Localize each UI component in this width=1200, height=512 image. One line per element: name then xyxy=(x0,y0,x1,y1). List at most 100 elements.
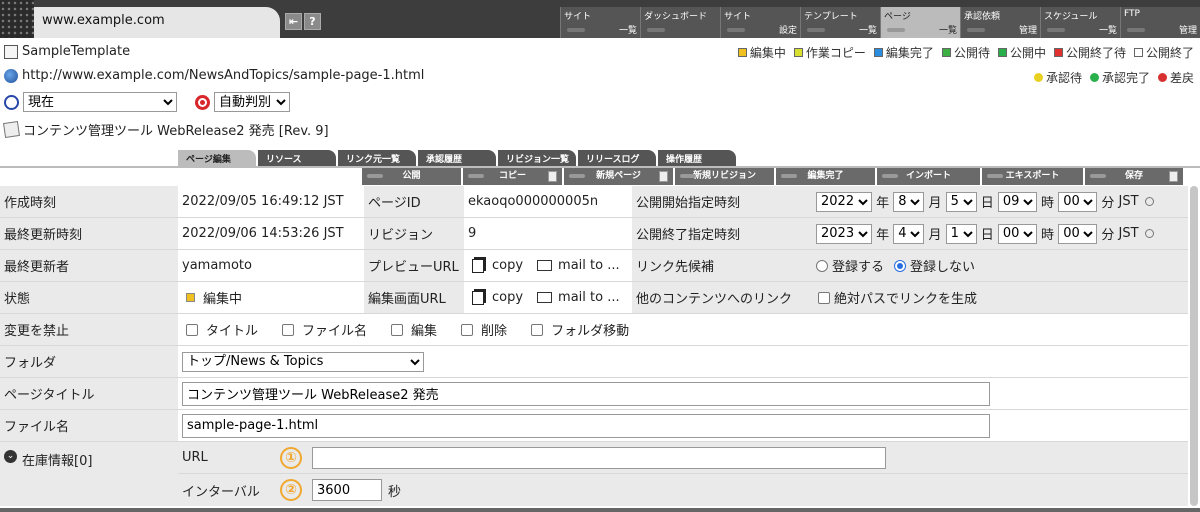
pub-start-year[interactable]: 2022 xyxy=(816,191,872,212)
menu-schedule[interactable]: スケジュール 一覧 xyxy=(1040,7,1120,38)
menu-dashboard[interactable]: ダッシュボード xyxy=(640,7,720,38)
publish-button[interactable]: 公開 xyxy=(362,168,463,185)
template-name[interactable]: SampleTemplate xyxy=(22,44,130,59)
clock-icon[interactable] xyxy=(1144,197,1154,206)
auto-detect-select[interactable]: 自動判別 xyxy=(214,92,290,112)
help-icon[interactable]: ? xyxy=(304,13,321,30)
abs-path-label: 絶対パスでリンクを生成 xyxy=(834,292,978,307)
status-label: 状態 xyxy=(0,282,178,313)
pub-start-hour[interactable]: 09 xyxy=(997,191,1037,212)
save-button[interactable]: 保存 xyxy=(1085,168,1185,185)
updater-value: yamamoto xyxy=(178,250,364,281)
tab-page-edit[interactable]: ページ編集 xyxy=(178,150,256,166)
pub-start-month[interactable]: 8 xyxy=(893,191,925,212)
lock-filename-checkbox[interactable] xyxy=(282,323,295,336)
unit-minute: 分 xyxy=(1101,196,1115,211)
target-icon xyxy=(195,94,210,110)
link-candidate-options: 登録する 登録しない xyxy=(812,250,1188,281)
pub-start-minute[interactable]: 00 xyxy=(1058,191,1098,212)
copy-button[interactable]: コピー xyxy=(463,168,564,185)
unit-hour: 時 xyxy=(1041,228,1055,243)
menu-page-list[interactable]: ページ 一覧 xyxy=(880,7,960,38)
timezone: JST xyxy=(1118,194,1139,209)
legend-edit-done: 編集完了 xyxy=(873,44,934,61)
updated-value: 2022/09/06 14:53:26 JST xyxy=(178,218,364,249)
page-url-line: http://www.example.com/NewsAndTopics/sam… xyxy=(4,68,424,83)
pub-end-day[interactable]: 1 xyxy=(945,223,977,244)
page-url-link[interactable]: http://www.example.com/NewsAndTopics/sam… xyxy=(22,68,424,83)
site-url-tab[interactable]: www.example.com xyxy=(34,7,280,38)
pub-end-hour[interactable]: 00 xyxy=(997,223,1037,244)
other-link-label: 他のコンテンツへのリンク xyxy=(632,282,812,313)
legend-end-wait: 公開終了待 xyxy=(1053,44,1126,61)
page-title-input[interactable] xyxy=(182,381,990,406)
copy-icon[interactable] xyxy=(472,258,484,273)
tab-revisions[interactable]: リビジョン一覧 xyxy=(498,150,576,166)
tab-operation-history[interactable]: 操作履歴 xyxy=(658,150,736,166)
tab-resources[interactable]: リソース xyxy=(258,150,336,166)
menu-ftp[interactable]: FTP 管理 xyxy=(1120,7,1200,38)
edit-mailto-link[interactable]: mail to ... xyxy=(558,290,620,305)
lock-folder-move-label: フォルダ移動 xyxy=(551,324,630,339)
lock-label: 変更を禁止 xyxy=(0,314,178,345)
export-button[interactable]: エキスポート xyxy=(982,168,1085,185)
stock-toggle[interactable]: ⌄ 在庫情報[0] xyxy=(0,442,178,506)
pub-start-day[interactable]: 5 xyxy=(945,191,977,212)
new-page-button[interactable]: 新規ページ xyxy=(564,168,675,185)
interval-label: インターバル xyxy=(182,484,260,500)
save-icon xyxy=(1169,171,1178,182)
import-button[interactable]: インポート xyxy=(877,168,982,185)
preview-mailto-link[interactable]: mail to ... xyxy=(558,258,620,273)
title-label: ページタイトル xyxy=(0,378,178,409)
logo-grid-icon[interactable] xyxy=(0,0,34,38)
menu-template-list[interactable]: テンプレート 一覧 xyxy=(800,7,880,38)
pub-end-month[interactable]: 4 xyxy=(893,223,925,244)
register-no-radio[interactable] xyxy=(894,259,907,272)
edit-done-button[interactable]: 編集完了 xyxy=(776,168,877,185)
scrollbar[interactable] xyxy=(1190,186,1198,506)
menu-site-list[interactable]: サイト 一覧 xyxy=(560,7,640,38)
mail-icon[interactable] xyxy=(537,292,553,303)
page-icon xyxy=(659,171,668,182)
revision-value: 9 xyxy=(464,218,632,249)
menu-site-settings[interactable]: サイト 設定 xyxy=(720,7,800,38)
clock-icon xyxy=(4,94,19,110)
pub-end-year[interactable]: 2023 xyxy=(816,223,872,244)
stock-label: 在庫情報[0] xyxy=(22,454,93,469)
exit-icon[interactable]: ⇤ xyxy=(285,13,302,30)
lock-filename-label: ファイル名 xyxy=(302,324,368,339)
legend-published: 公開中 xyxy=(997,44,1046,61)
new-revision-button[interactable]: 新規リビジョン xyxy=(675,168,776,185)
legend-approved: 承認完了 xyxy=(1089,69,1150,86)
status-legend: 編集中 作業コピー 編集完了 公開待 公開中 公開終了待 公開終了 xyxy=(737,44,1194,61)
lock-edit-label: 編集 xyxy=(411,324,438,339)
time-select[interactable]: 現在 xyxy=(23,92,177,112)
tab-release-log[interactable]: リリースログ xyxy=(578,150,656,166)
menu-approval[interactable]: 承認依頼 管理 xyxy=(960,7,1040,38)
copy-icon[interactable] xyxy=(472,290,484,305)
preview-copy-link[interactable]: copy xyxy=(492,258,523,273)
clock-icon[interactable] xyxy=(1144,229,1154,238)
filename-input[interactable] xyxy=(182,413,990,438)
folder-select[interactable]: トップ/News & Topics xyxy=(182,351,424,372)
lock-edit-checkbox[interactable] xyxy=(391,323,404,336)
pageid-value: ekaoqo000000005n xyxy=(464,186,632,217)
lock-title-checkbox[interactable] xyxy=(186,323,198,336)
revision-label: リビジョン xyxy=(364,218,464,249)
mail-icon[interactable] xyxy=(537,260,553,271)
edit-url-label: 編集画面URL xyxy=(364,282,464,313)
lock-delete-checkbox[interactable] xyxy=(461,323,474,336)
unit-month: 月 xyxy=(928,196,942,211)
register-yes-radio[interactable] xyxy=(816,259,828,272)
abs-path-checkbox[interactable] xyxy=(818,291,830,304)
lock-folder-move-checkbox[interactable] xyxy=(531,323,544,336)
interval-input[interactable] xyxy=(312,479,382,501)
link-candidate-label: リンク先候補 xyxy=(632,250,812,281)
legend-pub-wait: 公開待 xyxy=(941,44,990,61)
tab-link-sources[interactable]: リンク元一覧 xyxy=(338,150,416,166)
edit-copy-link[interactable]: copy xyxy=(492,290,523,305)
tab-approval-history[interactable]: 承認履歴 xyxy=(418,150,496,166)
stock-url-input[interactable] xyxy=(312,446,886,469)
register-yes-label: 登録する xyxy=(832,260,885,275)
pub-end-minute[interactable]: 00 xyxy=(1058,223,1098,244)
